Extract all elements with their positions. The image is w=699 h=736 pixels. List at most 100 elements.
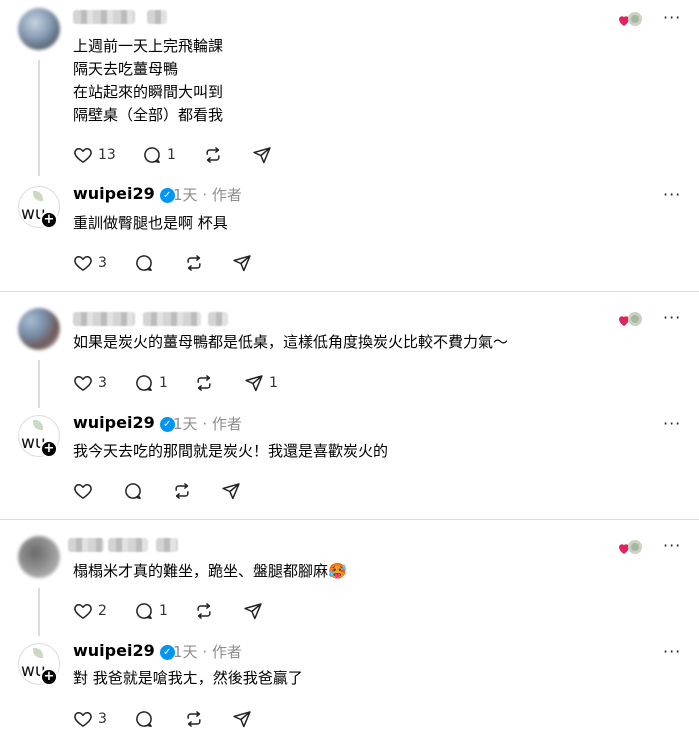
repost-button[interactable] — [194, 371, 214, 395]
like-count: 3 — [98, 711, 107, 727]
like-button[interactable]: 13 — [73, 143, 116, 167]
more-icon[interactable]: ··· — [663, 414, 681, 433]
like-count: 3 — [98, 375, 107, 391]
heart-icon — [73, 145, 93, 165]
avatar-leaf-graphic — [33, 191, 43, 201]
reaction-heart-icon[interactable] — [618, 538, 644, 556]
reply-button[interactable] — [134, 707, 154, 731]
send-icon — [252, 145, 272, 165]
reply-actions — [73, 479, 333, 503]
reaction-heart-icon[interactable] — [618, 10, 644, 28]
comment-text-line: 榻榻米才真的難坐，跪坐、盤腿都腳麻🥵 — [73, 562, 347, 580]
like-count: 2 — [98, 603, 107, 619]
avatar[interactable] — [18, 308, 60, 350]
heart-icon — [73, 373, 93, 393]
reply-button[interactable]: 1 — [134, 599, 168, 623]
reply-count: 1 — [159, 603, 168, 619]
repost-icon — [184, 709, 204, 729]
reply-icon — [134, 601, 154, 621]
comment-text-line: 隔壁桌（全部）都看我 — [73, 106, 224, 124]
like-button[interactable] — [73, 479, 98, 503]
thread-line — [38, 588, 40, 636]
reply-text: 對 我爸就是嗆我ㄤ，然後我爸贏了 — [73, 669, 303, 687]
send-button[interactable] — [232, 251, 252, 275]
repost-button[interactable] — [172, 479, 192, 503]
more-icon[interactable]: ··· — [663, 308, 681, 327]
send-button[interactable]: 1 — [244, 371, 278, 395]
heart-icon — [73, 601, 93, 621]
comment-actions: 3 1 1 — [73, 371, 333, 395]
reaction-heart-icon[interactable] — [618, 310, 644, 328]
avatar[interactable] — [18, 8, 60, 50]
like-button[interactable]: 2 — [73, 599, 107, 623]
reply-actions: 3 — [73, 707, 333, 731]
reply-icon — [134, 253, 154, 273]
reply-button[interactable] — [123, 479, 143, 503]
blurred-timestamp — [156, 538, 178, 552]
blurred-username-2 — [143, 312, 201, 326]
heart-icon — [73, 253, 93, 273]
reply-username[interactable]: wuipei29 ✓ — [73, 184, 175, 203]
comment-text-line: 在站起來的瞬間大叫到 — [73, 83, 224, 101]
repost-button[interactable] — [184, 707, 204, 731]
repost-icon — [194, 601, 214, 621]
reply-icon — [134, 373, 154, 393]
more-icon[interactable]: ··· — [663, 8, 681, 27]
send-icon — [232, 709, 252, 729]
blurred-timestamp — [208, 312, 228, 326]
reply-actions: 3 — [73, 251, 333, 275]
send-icon — [232, 253, 252, 273]
thread-line — [38, 60, 40, 176]
reply-button[interactable] — [134, 251, 154, 275]
send-icon — [244, 373, 264, 393]
heart-icon — [73, 709, 93, 729]
send-icon — [221, 481, 241, 501]
like-count: 13 — [98, 147, 116, 163]
reply-icon — [123, 481, 143, 501]
reply-text: 重訓做臀腿也是啊 杯具 — [73, 214, 228, 232]
reply-icon — [142, 145, 162, 165]
heart-icon — [73, 481, 93, 501]
repost-icon — [194, 373, 214, 393]
blurred-username — [73, 10, 135, 24]
repost-button[interactable] — [194, 599, 214, 623]
send-button[interactable] — [232, 707, 252, 731]
reply-button[interactable]: 1 — [134, 371, 168, 395]
thread-divider — [0, 519, 699, 520]
reply-username[interactable]: wuipei29 ✓ — [73, 413, 175, 432]
like-button[interactable]: 3 — [73, 251, 107, 275]
reply-meta: 1天 · 作者 — [173, 643, 242, 661]
avatar[interactable] — [18, 536, 60, 578]
blurred-username — [73, 312, 135, 326]
reply-username[interactable]: wuipei29 ✓ — [73, 641, 175, 660]
thread-line — [38, 360, 40, 408]
thread-divider — [0, 291, 699, 292]
send-button[interactable] — [243, 599, 263, 623]
reply-text: 我今天去吃的那間就是炭火！我還是喜歡炭火的 — [73, 442, 389, 460]
like-button[interactable]: 3 — [73, 371, 107, 395]
comment-actions: 2 1 — [73, 599, 333, 623]
follow-plus-icon[interactable]: + — [40, 211, 58, 229]
comment-text-line: 隔天去吃薑母鴨 — [73, 60, 179, 78]
reply-meta: 1天 · 作者 — [173, 415, 242, 433]
reply-meta: 1天 · 作者 — [173, 186, 242, 204]
send-count: 1 — [269, 375, 278, 391]
reply-button[interactable]: 1 — [142, 143, 176, 167]
more-icon[interactable]: ··· — [663, 642, 681, 661]
like-button[interactable]: 3 — [73, 707, 107, 731]
comment-text-line: 如果是炭火的薑母鴨都是低桌，這樣低角度換炭火比較不費力氣～ — [73, 333, 509, 351]
repost-button[interactable] — [203, 143, 223, 167]
send-button[interactable] — [221, 479, 241, 503]
send-button[interactable] — [252, 143, 277, 167]
more-icon[interactable]: ··· — [663, 536, 681, 555]
reply-icon — [134, 709, 154, 729]
repost-icon — [172, 481, 192, 501]
follow-plus-icon[interactable]: + — [40, 440, 58, 458]
follow-plus-icon[interactable]: + — [40, 668, 58, 686]
repost-icon — [203, 145, 223, 165]
reply-count: 1 — [159, 375, 168, 391]
repost-button[interactable] — [184, 251, 204, 275]
avatar-leaf-graphic — [33, 420, 43, 430]
more-icon[interactable]: ··· — [663, 185, 681, 204]
blurred-timestamp — [147, 10, 167, 24]
